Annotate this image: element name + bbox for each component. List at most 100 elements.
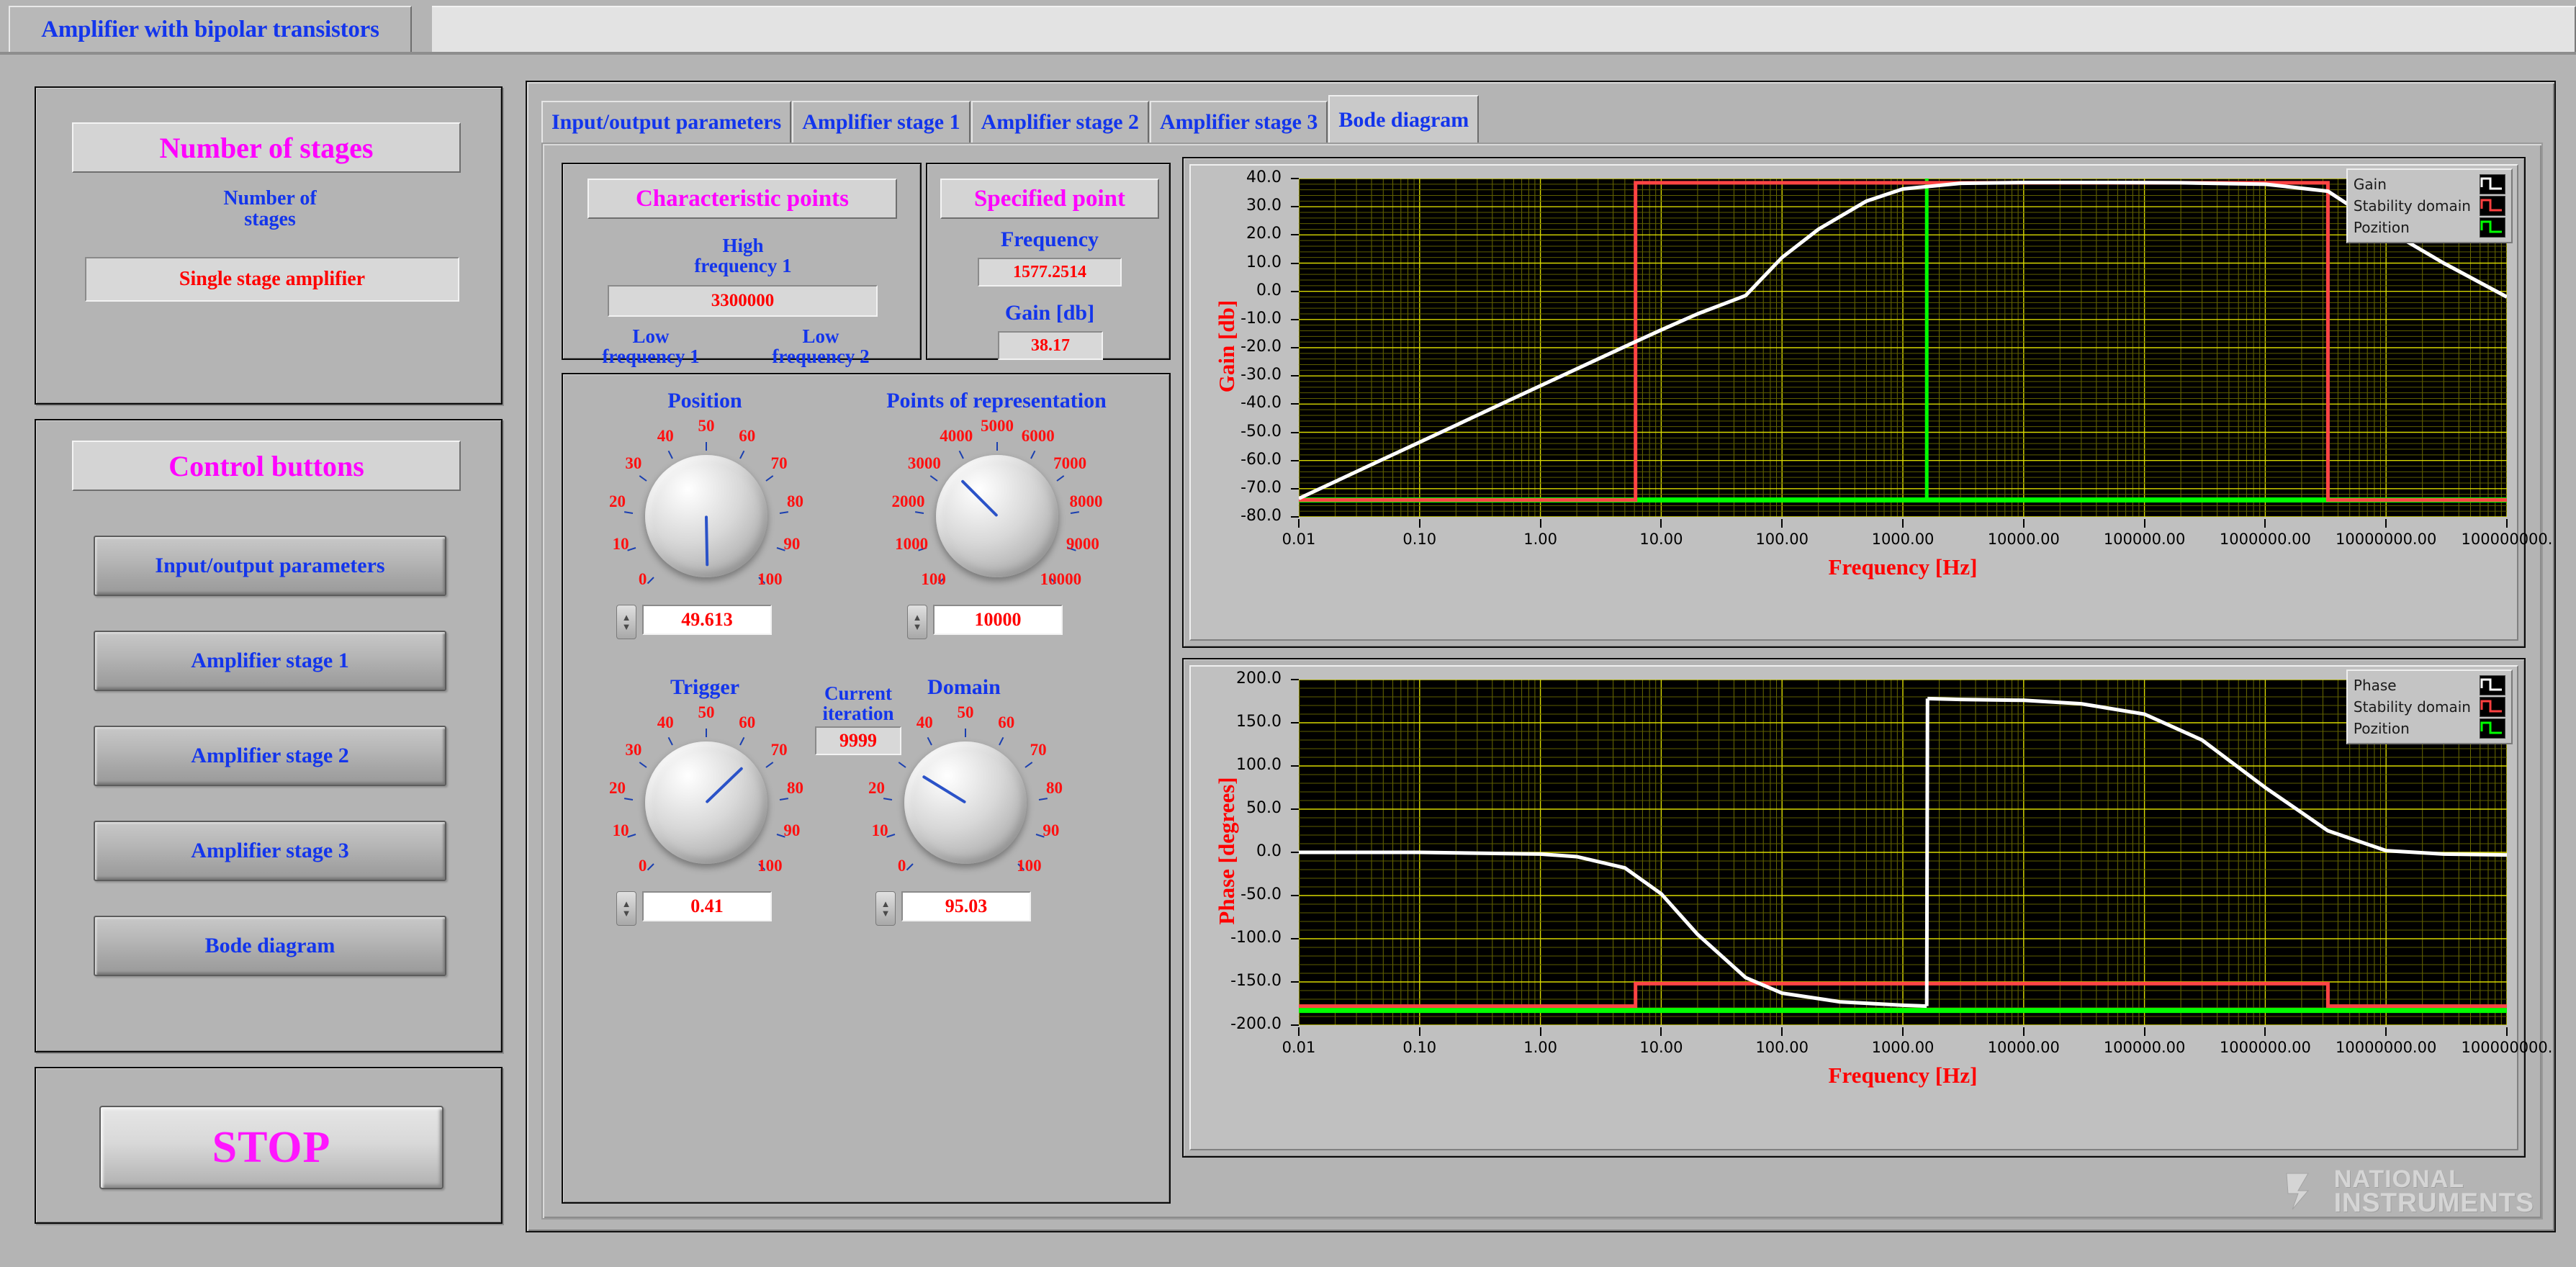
national-instruments-logo: NATIONAL INSTRUMENTS — [2284, 1167, 2534, 1217]
sidebar-button-amplifier-stage-1[interactable]: Amplifier stage 1 — [94, 631, 446, 691]
knob-tick-label: 90 — [1042, 821, 1060, 839]
knob-tick-mark — [998, 737, 1004, 746]
x-axis-tick-label: 100000.00 — [2103, 1039, 2186, 1056]
sidebar-button-bode-diagram[interactable]: Bode diagram — [94, 916, 446, 976]
x-axis-tick-label: 10000000.00 — [2336, 1039, 2437, 1056]
points-of-representation-knob-value[interactable]: 10000 — [933, 605, 1063, 635]
points-knob-increment-decrement[interactable]: ▲ ▼ — [907, 605, 927, 639]
sidebar-button-input-output-parameters[interactable]: Input/output parameters — [94, 536, 446, 596]
legend-row[interactable]: Stability domain — [2354, 195, 2505, 217]
knob-tick-label: 1000 — [895, 534, 929, 553]
control-buttons-title: Control buttons — [72, 441, 461, 491]
x-axis-tick-mark — [2022, 1027, 2025, 1036]
x-axis-tick-label: 10000000.00 — [2336, 531, 2437, 548]
y-axis-tick-label: 50.0 — [1246, 799, 1282, 817]
y-axis-tick-label: -20.0 — [1240, 338, 1282, 356]
gain-chart-legend[interactable]: Gain Stability domain Pozition — [2346, 168, 2513, 243]
x-axis-tick-mark — [2143, 519, 2145, 528]
tab-amplifier-stage-2[interactable]: Amplifier stage 2 — [970, 101, 1150, 144]
legend-color-swatch[interactable] — [2480, 718, 2505, 739]
knob-tick-label: 20 — [868, 779, 886, 798]
stop-button[interactable]: STOP — [99, 1106, 443, 1189]
x-axis-tick-label: 100000000. — [2461, 1039, 2553, 1056]
x-axis-tick-mark — [2022, 519, 2025, 528]
legend-row[interactable]: Pozition — [2354, 718, 2505, 739]
domain-knob-value[interactable]: 95.03 — [901, 891, 1031, 921]
x-axis-tick-mark — [2385, 1027, 2387, 1036]
tab-amplifier-stage-1[interactable]: Amplifier stage 1 — [792, 101, 970, 144]
knob-tick-label: 100 — [757, 857, 783, 875]
points-of-representation-knob-control[interactable]: Points of representation 10000 ▲ ▼ 100 100… — [845, 389, 1148, 677]
position-knob-control[interactable]: Position 49.613 ▲ ▼ 0 10 20 30 40 50 60 70 80 90 10… — [586, 389, 824, 677]
y-axis-tick-label: 30.0 — [1246, 197, 1282, 215]
points-of-representation-knob-dial[interactable] — [936, 455, 1058, 577]
number-of-stages-value: Single stage amplifier — [85, 257, 459, 302]
knob-tick-mark — [624, 798, 634, 801]
domain-knob-increment-decrement[interactable]: ▲ ▼ — [875, 891, 896, 926]
knob-tick-mark — [1038, 798, 1048, 801]
trigger-knob-value[interactable]: 0.41 — [642, 891, 772, 921]
knob-tick-mark — [765, 475, 774, 482]
x-axis-tick-label: 0.01 — [1282, 531, 1316, 548]
phase-chart-inner: Phase [degrees] Frequency [Hz] 200.0 150.… — [1189, 665, 2552, 1150]
ni-logo-line-2: INSTRUMENTS — [2333, 1187, 2534, 1217]
legend-row[interactable]: Stability domain — [2354, 696, 2505, 718]
phase-chart-legend[interactable]: Phase Stability domain Pozition — [2346, 669, 2513, 744]
legend-row[interactable]: Phase — [2354, 675, 2505, 696]
window-title-tab[interactable]: Amplifier with bipolar transistors — [9, 6, 412, 52]
knob-tick-label: 40 — [657, 426, 674, 445]
title-divider — [0, 52, 2576, 55]
legend-row[interactable]: Pozition — [2354, 217, 2505, 238]
domain-knob-dial[interactable] — [904, 741, 1027, 864]
y-axis-tick-mark — [1291, 459, 1299, 461]
gain-plot-area[interactable] — [1299, 179, 2507, 517]
tab-amplifier-stage-3[interactable]: Amplifier stage 3 — [1150, 101, 1328, 144]
sidebar-button-amplifier-stage-3[interactable]: Amplifier stage 3 — [94, 821, 446, 881]
chart-svg — [1299, 680, 2507, 1025]
legend-color-swatch[interactable] — [2480, 217, 2505, 238]
knob-tick-mark — [898, 762, 906, 769]
y-axis-tick-label: -150.0 — [1230, 972, 1282, 990]
high-frequency-1-label: High frequency 1 — [694, 235, 792, 276]
button-label: Input/output parameters — [155, 554, 385, 577]
x-axis-tick-mark — [1660, 519, 1662, 528]
position-knob-increment-decrement[interactable]: ▲ ▼ — [616, 605, 636, 639]
knob-tick-mark — [1030, 451, 1036, 459]
knob-tick-mark — [739, 451, 745, 459]
knob-tick-label: 30 — [625, 454, 642, 472]
knob-tick-label: 80 — [1045, 779, 1063, 798]
x-axis-tick-label: 1000000.00 — [2219, 531, 2311, 548]
knob-tick-label: 50 — [698, 417, 715, 435]
legend-row[interactable]: Gain — [2354, 173, 2505, 195]
x-axis-tick-mark — [2385, 519, 2387, 528]
x-axis-tick-mark — [1539, 1027, 1541, 1036]
knob-tick-label: 100 — [921, 570, 946, 589]
y-axis-tick-mark — [1291, 852, 1299, 853]
knob-tick-label: 70 — [1030, 740, 1047, 759]
legend-color-swatch[interactable] — [2480, 675, 2505, 695]
knob-tick-label: 90 — [783, 821, 801, 839]
x-axis-tick-mark — [1781, 1027, 1783, 1036]
legend-color-swatch[interactable] — [2480, 174, 2505, 194]
x-axis-tick-mark — [1539, 519, 1541, 528]
knob-tick-mark — [739, 737, 745, 746]
legend-label: Stability domain — [2353, 698, 2471, 716]
knob-tick-label: 50 — [957, 703, 974, 721]
specified-point-panel: Specified point Frequency 1577.2514 Gain… — [926, 163, 1171, 433]
knob-tick-mark — [929, 475, 938, 482]
y-axis-tick-label: 10.0 — [1246, 253, 1282, 271]
legend-color-swatch[interactable] — [2480, 697, 2505, 717]
phase-plot-area[interactable] — [1299, 680, 2507, 1025]
sidebar-button-amplifier-stage-2[interactable]: Amplifier stage 2 — [94, 726, 446, 786]
tab-bode-diagram[interactable]: Bode diagram — [1328, 95, 1480, 144]
trigger-knob-increment-decrement[interactable]: ▲ ▼ — [616, 891, 636, 926]
button-label: Amplifier stage 1 — [191, 649, 349, 672]
gain-chart-panel: Gain [db] Frequency [Hz] 40.0 30.0 20.0 10.… — [1182, 157, 2552, 648]
tab-input-output-parameters[interactable]: Input/output parameters — [541, 101, 792, 144]
knob-tick-mark — [915, 511, 924, 514]
position-knob-value[interactable]: 49.613 — [642, 605, 772, 635]
x-axis-tick-label: 100000.00 — [2103, 531, 2186, 548]
x-axis-tick-mark — [1418, 519, 1420, 528]
y-axis-tick-label: -200.0 — [1230, 1015, 1282, 1033]
legend-color-swatch[interactable] — [2480, 196, 2505, 216]
